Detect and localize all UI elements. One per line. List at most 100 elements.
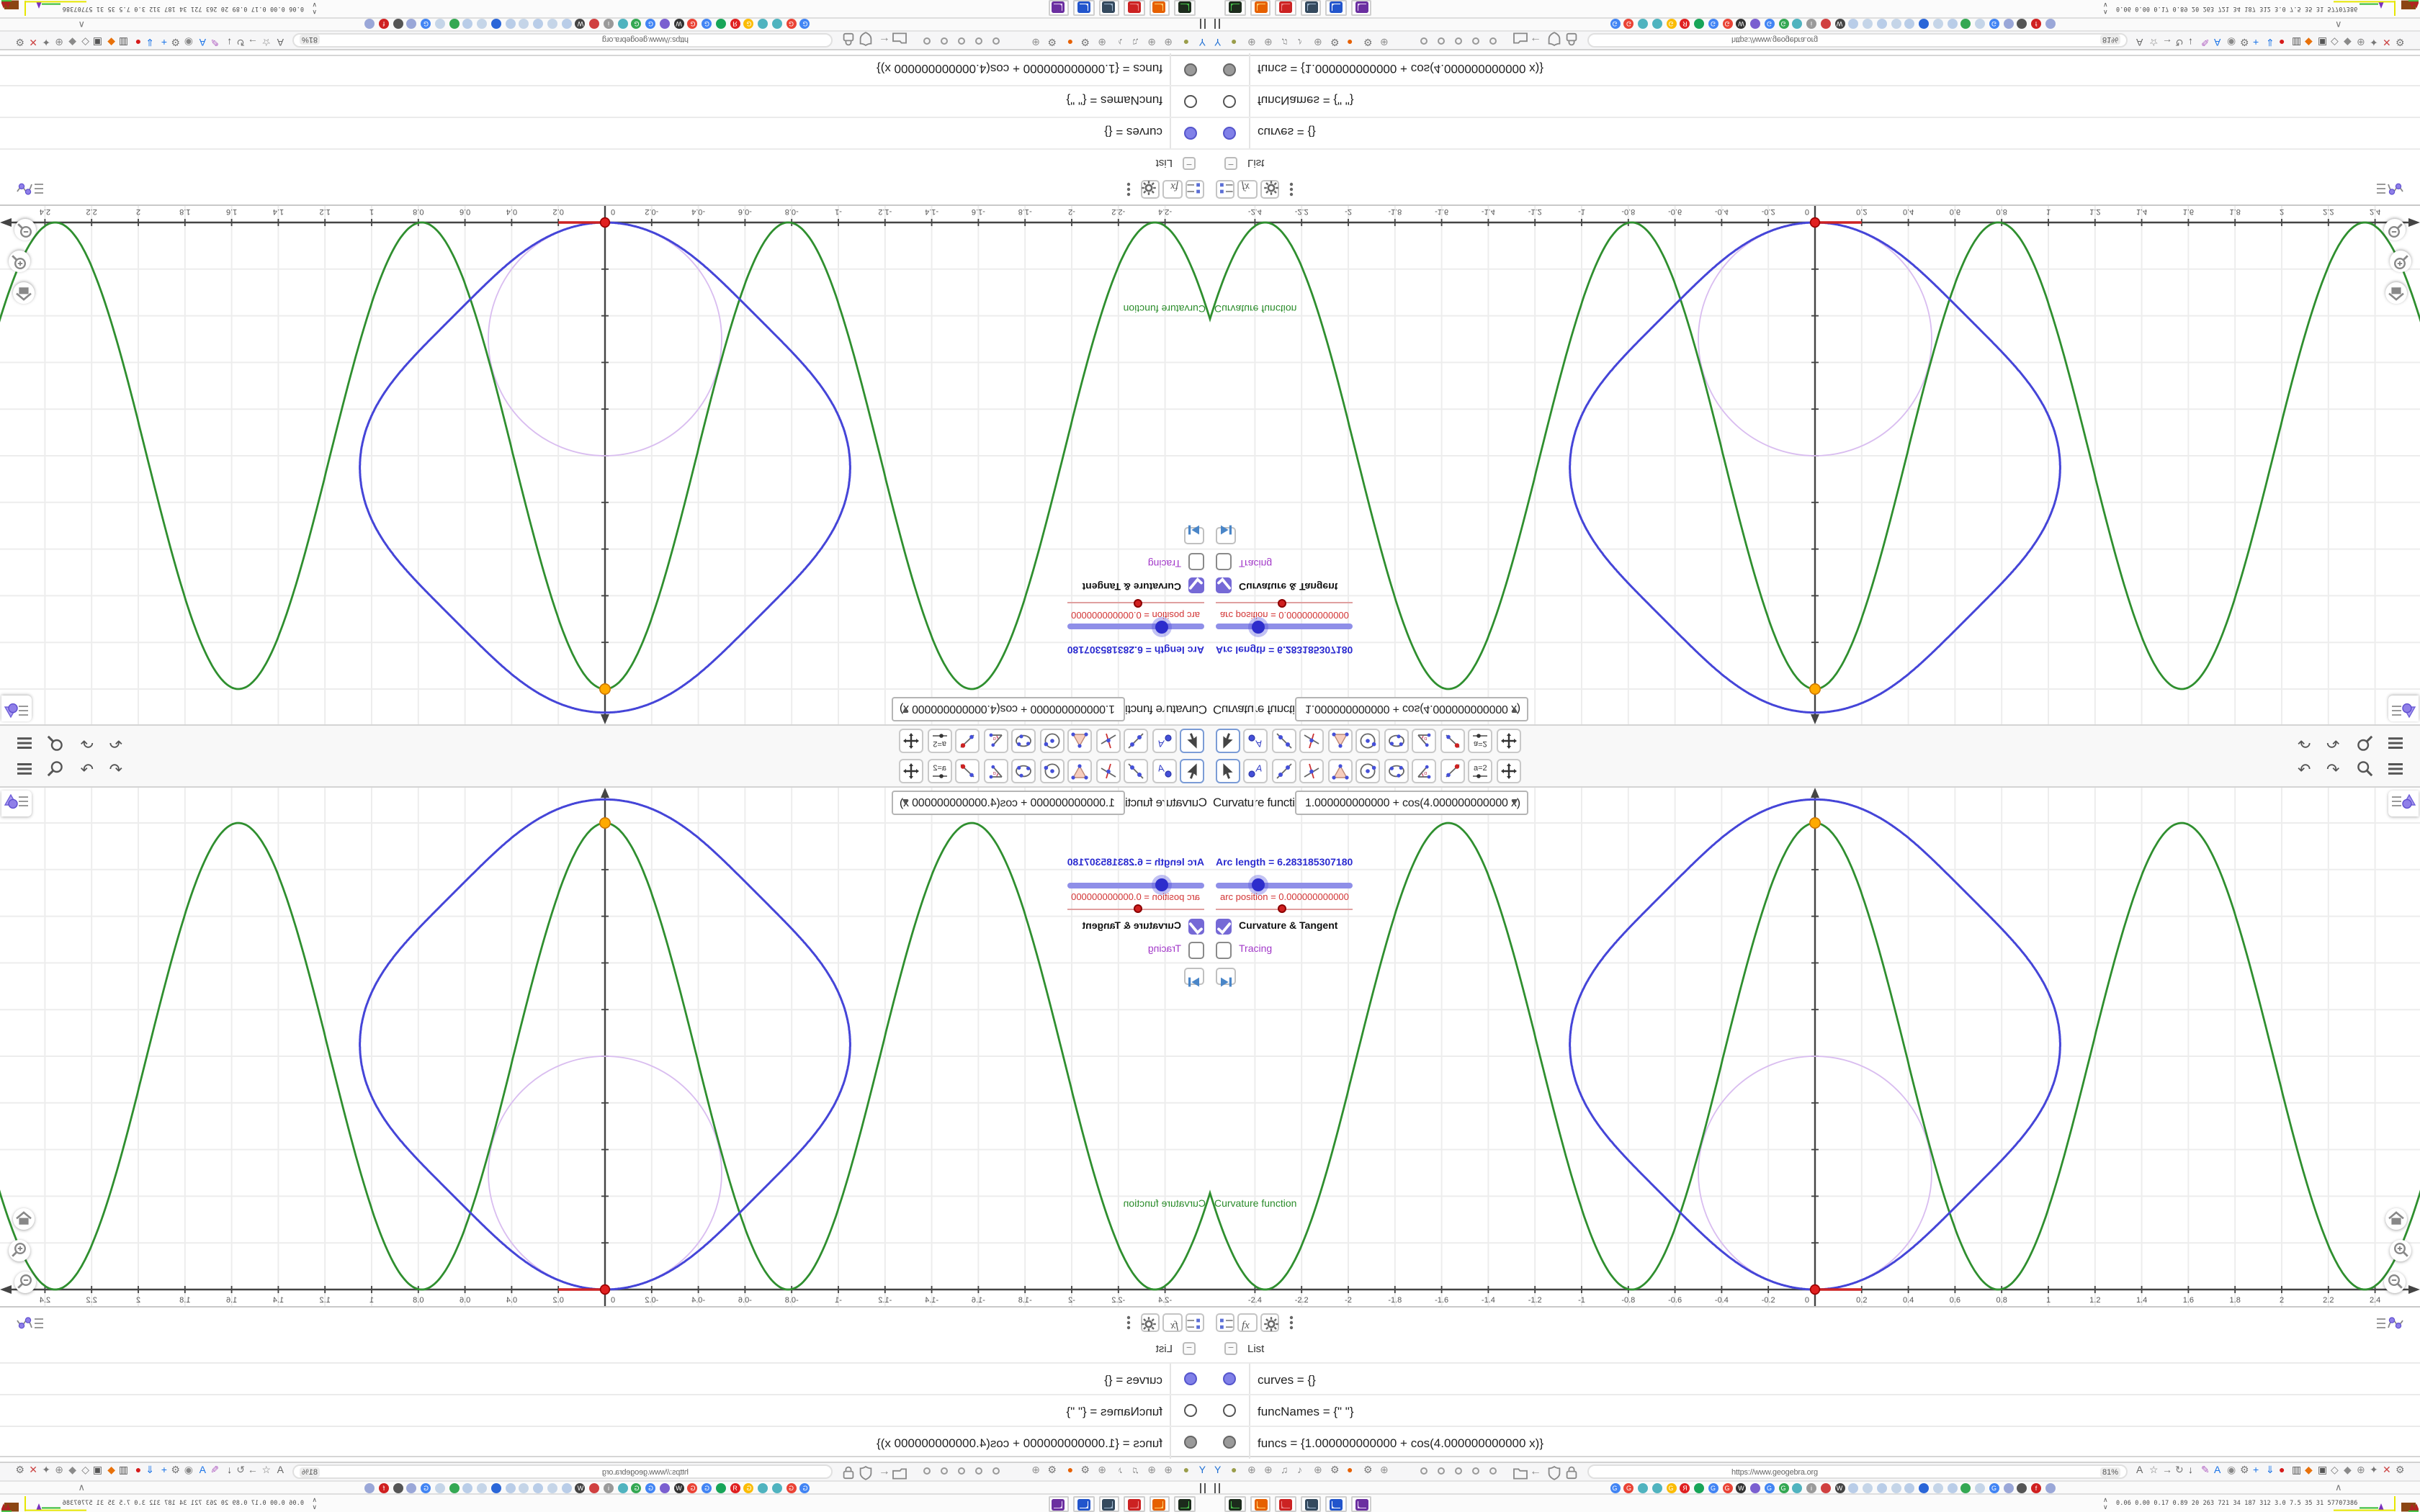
extension-icon[interactable]: ⊕ [1380, 35, 1389, 48]
extension-icon[interactable]: ⊕ [1098, 35, 1106, 48]
tab-favicon[interactable]: G [702, 1482, 712, 1493]
curvature-tangent-checkbox[interactable] [1215, 918, 1232, 935]
menu-icon[interactable] [16, 760, 33, 783]
tab-favicon[interactable]: f [379, 1482, 389, 1493]
visibility-toggle[interactable] [1185, 1372, 1198, 1385]
undo-icon[interactable]: ↶ [2298, 732, 2311, 752]
extension-icon[interactable]: ⚙ [1363, 1464, 1373, 1477]
tab-favicon[interactable] [1792, 1482, 1803, 1493]
tool-line-button[interactable] [1271, 729, 1296, 753]
graph-canvas[interactable]: Curvature function -2.4 -2.2 -2 -1.8 -1.6 -1.4… [1210, 787, 2420, 1305]
arc-length-slider[interactable] [1215, 878, 1352, 891]
tool-conic-button[interactable] [1384, 729, 1408, 753]
algebra-panel-icon[interactable] [12, 172, 46, 199]
tab-favicon[interactable]: G [800, 1482, 810, 1493]
arrow-left-icon[interactable]: ← [1530, 35, 1541, 48]
toolbar-circle-icon[interactable] [992, 1467, 1000, 1475]
extension-icon[interactable]: ⚙ [1080, 1464, 1090, 1477]
tool-slider-button[interactable]: a=2 [928, 759, 952, 783]
algebra-row-funcs[interactable]: funcs = {1.000000000000 + cos(4.00000000… [0, 1425, 1210, 1458]
tool-slider-button[interactable]: a=2 [928, 729, 952, 753]
toolbar-circle-icon[interactable] [975, 37, 982, 45]
browser-action-icon[interactable]: ◇ [2331, 1464, 2339, 1477]
toolbar-circle-icon[interactable] [1420, 37, 1428, 45]
tab-favicon[interactable] [1932, 1482, 1943, 1493]
curvature-tangent-checkbox[interactable] [1188, 577, 1205, 594]
extension-icon[interactable]: ♫ [1132, 1464, 1140, 1477]
tab-favicon[interactable] [463, 19, 473, 30]
browser-action-icon[interactable]: ◆ [107, 1464, 115, 1477]
tool-point-button[interactable]: A [1152, 759, 1177, 783]
browser-action-icon[interactable]: ✕ [29, 1464, 37, 1477]
algebra-row-funcs[interactable]: funcs = {1.000000000000 + cos(4.00000000… [1210, 54, 2420, 87]
browser-action-icon[interactable]: ⚙ [2396, 35, 2405, 48]
tool-polygon-button[interactable] [1068, 729, 1093, 753]
tracing-checkbox[interactable] [1215, 554, 1232, 570]
menu-icon[interactable] [16, 729, 33, 752]
arc-length-slider[interactable] [1068, 878, 1205, 891]
browser-action-icon[interactable]: ↓ [227, 1464, 232, 1477]
arrow-left-icon[interactable]: ← [879, 35, 890, 48]
extension-icon[interactable]: ⚙ [1363, 35, 1373, 48]
tab-favicon[interactable]: i [1806, 1482, 1816, 1493]
taskbar-app-button[interactable] [1049, 0, 1070, 17]
tool-move-view-button[interactable] [900, 729, 924, 753]
browser-action-icon[interactable]: ◆ [2305, 1464, 2313, 1477]
extension-icon[interactable]: ⚙ [1047, 35, 1057, 48]
taskbar-app-button[interactable] [1150, 1495, 1170, 1512]
browser-action-icon[interactable]: ▣ [93, 1464, 102, 1477]
tab-favicon[interactable] [2017, 19, 2027, 30]
curvature-function-dropdown[interactable]: 1.000000000000 + cos(4.000000000000 x) ▼ [892, 697, 1125, 722]
tab-favicon[interactable]: G [1778, 19, 1788, 30]
graph-canvas[interactable]: Curvature function -2.4 -2.2 -2 -1.8 -1.6 -1.4… [0, 787, 1210, 1305]
kebab-button[interactable] [1282, 1313, 1301, 1332]
algebra-row-curves[interactable]: curves = {} [1210, 1362, 2420, 1395]
home-button[interactable] [2385, 1208, 2406, 1230]
tab-favicon[interactable]: G [1708, 19, 1718, 30]
arc-length-slider[interactable] [1068, 621, 1205, 634]
browser-action-icon[interactable]: ✎ [2201, 35, 2210, 48]
tab-favicon[interactable] [2017, 1482, 2027, 1493]
menu-icon[interactable] [2387, 760, 2404, 783]
toolbar-circle-icon[interactable] [1472, 1467, 1479, 1475]
extension-icon[interactable]: ⚙ [1330, 1464, 1340, 1477]
taskbar-app-button[interactable] [1099, 0, 1120, 17]
tab-favicon[interactable] [758, 1482, 768, 1493]
address-bar[interactable]: https://www.geogebra.org 81% [292, 1464, 833, 1479]
tab-favicon[interactable]: G [1989, 1482, 1999, 1493]
tab-favicon[interactable] [1792, 19, 1803, 30]
browser-action-icon[interactable]: + [161, 35, 167, 48]
tab-favicon[interactable] [660, 1482, 670, 1493]
tool-circle-button[interactable] [1355, 729, 1380, 753]
tool-cursor-button[interactable] [1180, 759, 1205, 783]
browser-action-icon[interactable]: ↻ [2175, 1464, 2184, 1477]
extension-icon[interactable]: ⊕ [1314, 1464, 1322, 1477]
taskbar-app-button[interactable] [1150, 0, 1170, 17]
tab-favicon[interactable]: G [421, 19, 431, 30]
tab-favicon[interactable]: Я [730, 19, 740, 30]
tool-slider-button[interactable]: a=2 [1468, 729, 1492, 753]
extension-icon[interactable]: Y [1199, 1464, 1206, 1477]
arrow-left-icon[interactable]: ← [1530, 1464, 1541, 1477]
tab-favicon[interactable] [364, 19, 375, 30]
extension-icon[interactable]: ♪ [1118, 35, 1123, 48]
zoom-in-button[interactable] [2390, 251, 2411, 272]
tool-polygon-button[interactable] [1327, 729, 1352, 753]
tab-favicon[interactable]: G [744, 19, 754, 30]
tab-favicon[interactable] [477, 1482, 488, 1493]
tab-strip[interactable]: GGGЯGGWGGiWGf ∧ [0, 19, 1210, 32]
tab-favicon[interactable]: i [1806, 19, 1816, 30]
arc-length-slider-handle[interactable] [1155, 878, 1169, 891]
tab-favicon[interactable] [1638, 1482, 1648, 1493]
extension-icon[interactable]: ● [1067, 1464, 1073, 1477]
tool-slider-button[interactable]: a=2 [1468, 759, 1492, 783]
tab-favicon[interactable] [1694, 19, 1704, 30]
extension-icon[interactable]: ♪ [1297, 35, 1302, 48]
tool-cursor-button[interactable] [1215, 729, 1240, 753]
curve-top-point[interactable] [1809, 684, 1821, 696]
toolbar-circle-icon[interactable] [1438, 1467, 1445, 1475]
tab-favicon[interactable] [547, 19, 557, 30]
toolbar-circle-icon[interactable] [923, 37, 931, 45]
tab-favicon[interactable]: G [1666, 19, 1676, 30]
browser-action-icon[interactable]: ⚙ [2396, 1464, 2405, 1477]
